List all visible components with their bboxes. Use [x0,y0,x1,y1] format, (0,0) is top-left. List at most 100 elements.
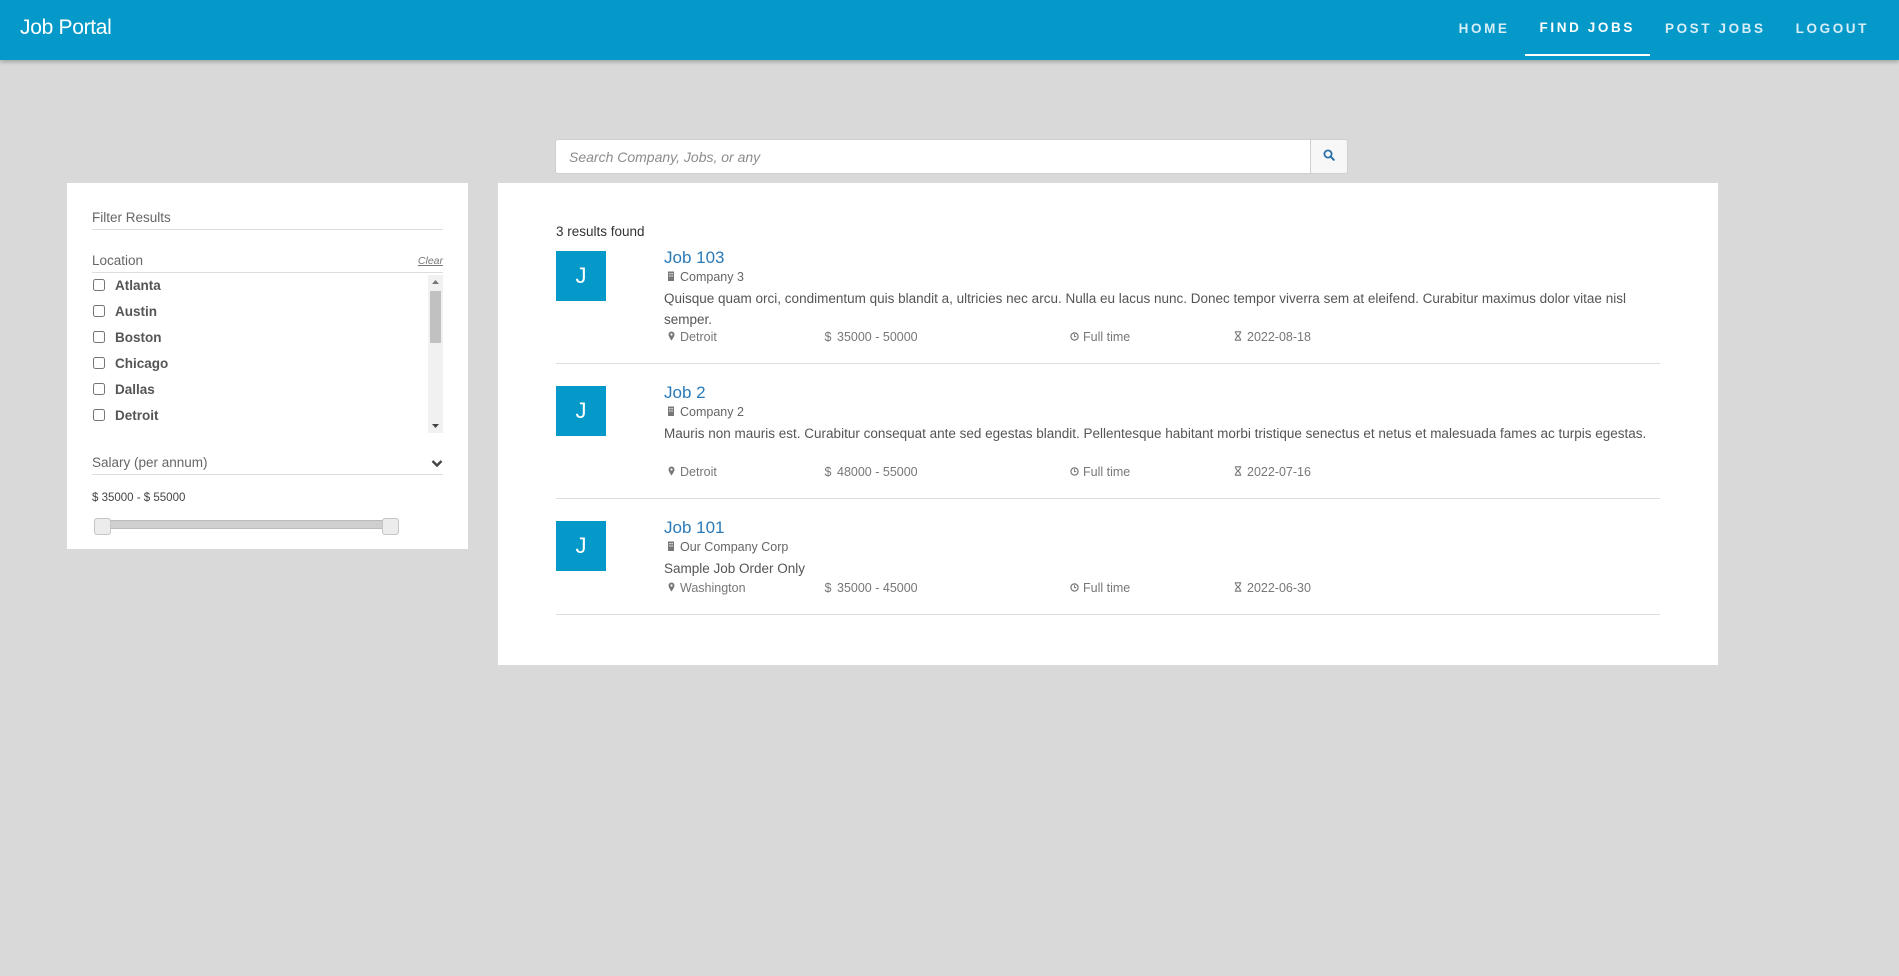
location-option-label: Chicago [115,355,169,371]
clock-icon [1067,330,1081,344]
location-checkbox[interactable] [93,409,105,421]
location-option-chicago[interactable]: Chicago [92,353,168,373]
job-location-text: Detroit [680,465,717,479]
location-option-boston[interactable]: Boston [92,327,162,347]
location-filter-header: Location Clear [92,253,443,273]
job-location-text: Washington [680,581,746,595]
job-type: Full time [1067,465,1130,479]
job-salary: $ 35000 - 50000 [821,330,918,344]
scroll-down-arrow-icon[interactable] [428,419,443,433]
job-type-text: Full time [1083,465,1131,479]
job-location: Detroit [664,465,717,479]
nav-find-jobs[interactable]: FIND JOBS [1524,0,1650,56]
location-option-dallas[interactable]: Dallas [92,379,155,399]
salary-range-slider[interactable] [94,518,399,535]
job-salary-text: 35000 - 50000 [837,330,918,344]
company-name-text: Company 2 [680,405,744,419]
job-type-text: Full time [1083,330,1131,344]
job-location-text: Detroit [680,330,717,344]
job-date-text: 2022-08-18 [1247,330,1311,344]
company-name: Company 3 [664,270,744,284]
nav-post-jobs[interactable]: POST JOBS [1650,0,1781,56]
nav-logout[interactable]: LOGOUT [1781,0,1899,56]
filter-panel: Filter Results Location Clear Atlanta Au… [67,183,468,549]
company-name: Company 2 [664,405,744,419]
job-title-link[interactable]: Job 101 [664,518,725,538]
location-checkbox[interactable] [93,383,105,395]
dollar-icon: $ [824,465,832,479]
location-checkbox[interactable] [93,331,105,343]
search-bar [555,139,1348,174]
company-name: Our Company Corp [664,540,788,554]
dollar-icon: $ [824,581,832,595]
clear-location-link[interactable]: Clear [418,255,443,267]
location-checkbox[interactable] [93,357,105,369]
location-checkbox[interactable] [93,305,105,317]
job-date-text: 2022-06-30 [1247,581,1311,595]
job-date: 2022-08-18 [1231,330,1311,344]
hourglass-icon [1231,581,1245,595]
location-list: Atlanta Austin Boston Chicago Dallas Det… [92,275,443,433]
job-type: Full time [1067,581,1130,595]
job-salary: $ 35000 - 45000 [821,581,918,595]
job-title-link[interactable]: Job 103 [664,248,725,268]
company-logo: J [556,251,606,301]
job-card: J Job 101 Our Company Corp Sample Job Or… [556,518,1660,615]
company-name-text: Our Company Corp [680,540,789,554]
job-salary: $ 48000 - 55000 [821,465,918,479]
building-icon [664,270,678,284]
nav-home[interactable]: HOME [1444,0,1525,56]
salary-filter-header[interactable]: Salary (per annum) [92,455,443,475]
building-icon [664,540,678,554]
job-description: Sample Job Order Only [664,561,806,576]
job-location: Detroit [664,330,717,344]
map-marker-icon [664,465,678,479]
location-option-label: Austin [115,303,157,319]
clock-icon [1067,465,1081,479]
scrollbar-thumb[interactable] [430,291,441,343]
location-option-label: Detroit [115,407,159,423]
job-salary-text: 35000 - 45000 [837,581,918,595]
location-option-label: Dallas [115,381,155,397]
location-option-atlanta[interactable]: Atlanta [92,275,161,295]
slider-track [97,520,396,529]
job-date-text: 2022-07-16 [1247,465,1311,479]
main-nav: HOME FIND JOBS POST JOBS LOGOUT [1444,0,1899,60]
dollar-icon: $ [824,330,832,344]
salary-label: Salary (per annum) [92,455,208,470]
location-checkbox[interactable] [93,279,105,291]
job-type-text: Full time [1083,581,1131,595]
search-input[interactable] [555,139,1310,174]
job-card: J Job 2 Company 2 Mauris non mauris est.… [556,383,1660,499]
location-scrollbar[interactable] [428,275,443,433]
job-description: Quisque quam orci, condimentum quis blan… [664,291,1626,327]
results-panel: 3 results found J Job 103 Company 3 Quis… [498,183,1718,665]
location-option-detroit[interactable]: Detroit [92,405,159,425]
company-logo: J [556,386,606,436]
clock-icon [1067,581,1081,595]
job-card: J Job 103 Company 3 Quisque quam orci, c… [556,248,1660,364]
job-title-link[interactable]: Job 2 [664,383,706,403]
slider-min-handle[interactable] [94,518,111,535]
job-date: 2022-07-16 [1231,465,1311,479]
filter-title: Filter Results [92,210,443,230]
job-description: Mauris non mauris est. Curabitur consequ… [664,426,1647,441]
company-logo: J [556,521,606,571]
brand-logo[interactable]: Job Portal [20,16,112,40]
location-option-austin[interactable]: Austin [92,301,157,321]
salary-range-text: $ 35000 - $ 55000 [92,492,186,504]
map-marker-icon [664,330,678,344]
job-type: Full time [1067,330,1130,344]
job-date: 2022-06-30 [1231,581,1311,595]
location-option-label: Boston [115,329,162,345]
hourglass-icon [1231,330,1245,344]
chevron-down-icon[interactable] [431,456,443,471]
hourglass-icon [1231,465,1245,479]
search-icon [1323,148,1335,166]
scroll-up-arrow-icon[interactable] [428,275,443,289]
building-icon [664,405,678,419]
slider-max-handle[interactable] [382,518,399,535]
location-label: Location [92,253,144,268]
search-button[interactable] [1310,139,1348,174]
results-count: 3 results found [556,224,645,239]
